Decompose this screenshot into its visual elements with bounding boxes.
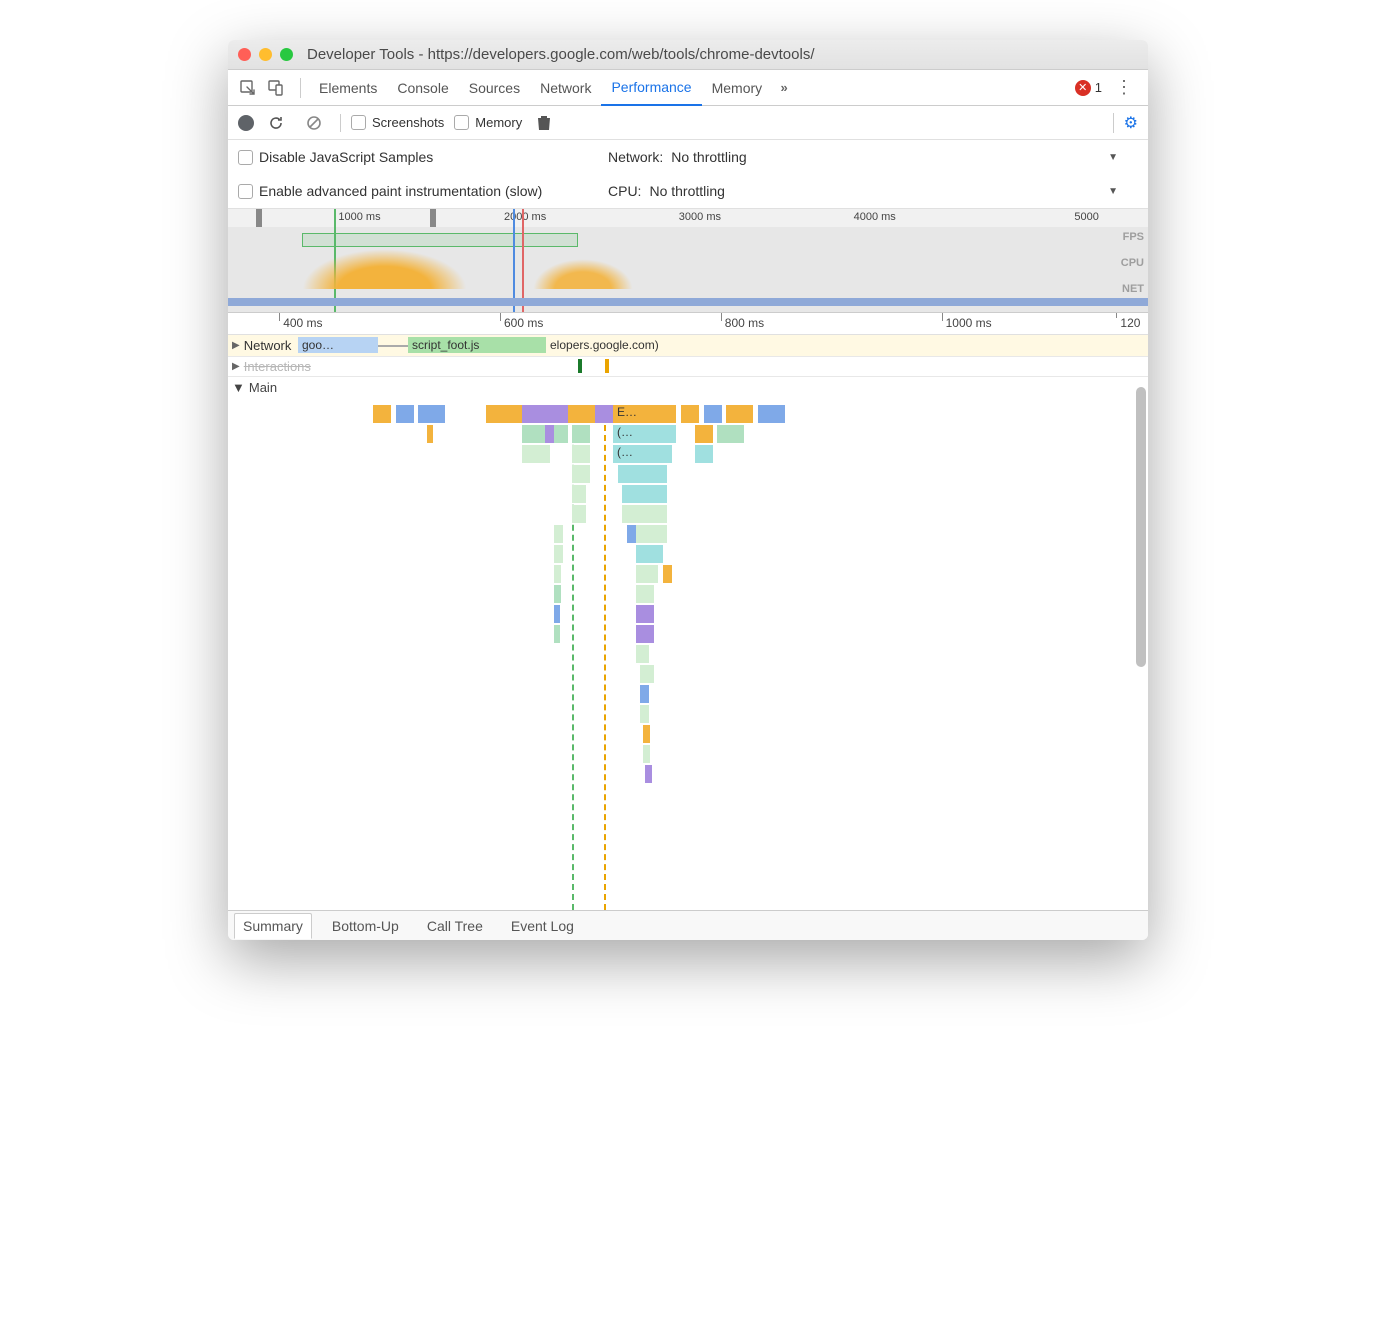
- device-toggle-icon[interactable]: [264, 76, 288, 100]
- tab-memory[interactable]: Memory: [702, 70, 773, 106]
- ruler-tick: 1000 ms: [946, 316, 992, 330]
- tab-event-log[interactable]: Event Log: [503, 914, 582, 938]
- flame-event[interactable]: (…: [613, 445, 672, 459]
- tab-console[interactable]: Console: [387, 70, 458, 106]
- trash-icon[interactable]: [532, 111, 556, 135]
- network-request[interactable]: script_foot.js: [408, 337, 518, 353]
- tabs-overflow-icon[interactable]: »: [772, 76, 796, 100]
- expand-icon[interactable]: ▶: [232, 361, 240, 372]
- disable-js-label: Disable JavaScript Samples: [259, 149, 433, 165]
- interactions-track[interactable]: ▶ Interactions: [228, 357, 1148, 377]
- flame-event[interactable]: (…: [613, 425, 676, 439]
- flame-chart[interactable]: E… (… (…: [228, 405, 1134, 910]
- tab-call-tree[interactable]: Call Tree: [419, 914, 491, 938]
- close-icon[interactable]: [238, 48, 251, 61]
- network-request[interactable]: elopers.google.com): [546, 337, 1146, 353]
- titlebar: Developer Tools - https://developers.goo…: [228, 40, 1148, 70]
- ruler-tick: 800 ms: [725, 316, 764, 330]
- ov-tick: 1000 ms: [338, 211, 380, 223]
- tab-performance[interactable]: Performance: [601, 70, 701, 106]
- tab-elements[interactable]: Elements: [309, 70, 387, 106]
- ov-tick: 4000 ms: [854, 211, 896, 223]
- zoom-ruler[interactable]: 400 ms 600 ms 800 ms 1000 ms 120: [228, 313, 1148, 335]
- network-track[interactable]: ▶ Network goo… script_foot.js elopers.go…: [228, 335, 1148, 357]
- tab-bottom-up[interactable]: Bottom-Up: [324, 914, 407, 938]
- record-button[interactable]: [238, 115, 254, 131]
- screenshots-label: Screenshots: [372, 115, 444, 130]
- scrollbar[interactable]: [1136, 387, 1146, 667]
- zoom-icon[interactable]: [280, 48, 293, 61]
- ov-tick: 5000: [1074, 211, 1098, 223]
- memory-label: Memory: [475, 115, 522, 130]
- perf-toolbar: Screenshots Memory ⚙: [228, 106, 1148, 140]
- main-thread-panel[interactable]: ▼ Main E… (…: [228, 377, 1148, 910]
- expand-icon[interactable]: ▶: [232, 340, 240, 351]
- cpu-throttle-value[interactable]: No throttling: [649, 183, 749, 199]
- network-track-label: Network: [244, 338, 292, 353]
- devtools-window: Developer Tools - https://developers.goo…: [228, 40, 1148, 940]
- network-throttle-value[interactable]: No throttling: [671, 149, 771, 165]
- minimize-icon[interactable]: [259, 48, 272, 61]
- overview-handle-right[interactable]: [430, 209, 436, 227]
- overview-handle-left[interactable]: [256, 209, 262, 227]
- disable-js-checkbox[interactable]: Disable JavaScript Samples: [238, 149, 608, 165]
- collapse-icon[interactable]: ▼: [232, 380, 245, 395]
- interactions-label: Interactions: [244, 359, 311, 374]
- flame-event[interactable]: E…: [613, 405, 676, 419]
- ruler-tick: 120: [1120, 316, 1140, 330]
- devtools-tabbar: Elements Console Sources Network Perform…: [228, 70, 1148, 106]
- overview-lane-labels: FPS CPU NET: [1121, 231, 1144, 309]
- error-count: 1: [1095, 80, 1102, 95]
- enable-paint-label: Enable advanced paint instrumentation (s…: [259, 183, 542, 199]
- timeline-overview[interactable]: 1000 ms 2000 ms 3000 ms 4000 ms 5000 FPS…: [228, 209, 1148, 313]
- error-badge[interactable]: ✕ 1: [1075, 80, 1102, 96]
- inspect-icon[interactable]: [236, 76, 260, 100]
- traffic-lights: [238, 48, 293, 61]
- ruler-tick: 600 ms: [504, 316, 543, 330]
- network-request[interactable]: [518, 337, 546, 353]
- chevron-down-icon[interactable]: ▼: [1108, 152, 1118, 163]
- clear-icon[interactable]: [302, 111, 326, 135]
- ruler-tick: 400 ms: [283, 316, 322, 330]
- tab-summary[interactable]: Summary: [234, 913, 312, 939]
- more-icon[interactable]: ⋮: [1112, 76, 1136, 100]
- tab-network[interactable]: Network: [530, 70, 601, 106]
- network-request[interactable]: goo…: [298, 337, 378, 353]
- enable-paint-checkbox[interactable]: Enable advanced paint instrumentation (s…: [238, 183, 608, 199]
- main-track-label: Main: [249, 380, 277, 395]
- ov-tick: 2000 ms: [504, 211, 546, 223]
- screenshots-checkbox[interactable]: Screenshots: [351, 115, 444, 130]
- capture-settings: Disable JavaScript Samples Network: No t…: [228, 140, 1148, 209]
- tab-sources[interactable]: Sources: [459, 70, 530, 106]
- cpu-throttle-label: CPU:: [608, 183, 641, 199]
- window-title: Developer Tools - https://developers.goo…: [307, 46, 815, 63]
- details-tabbar: Summary Bottom-Up Call Tree Event Log: [228, 910, 1148, 940]
- chevron-down-icon[interactable]: ▼: [1108, 186, 1118, 197]
- memory-checkbox[interactable]: Memory: [454, 115, 522, 130]
- reload-icon[interactable]: [264, 111, 288, 135]
- error-icon: ✕: [1075, 80, 1091, 96]
- settings-icon[interactable]: ⚙: [1113, 113, 1138, 133]
- network-throttle-label: Network:: [608, 149, 663, 165]
- ov-tick: 3000 ms: [679, 211, 721, 223]
